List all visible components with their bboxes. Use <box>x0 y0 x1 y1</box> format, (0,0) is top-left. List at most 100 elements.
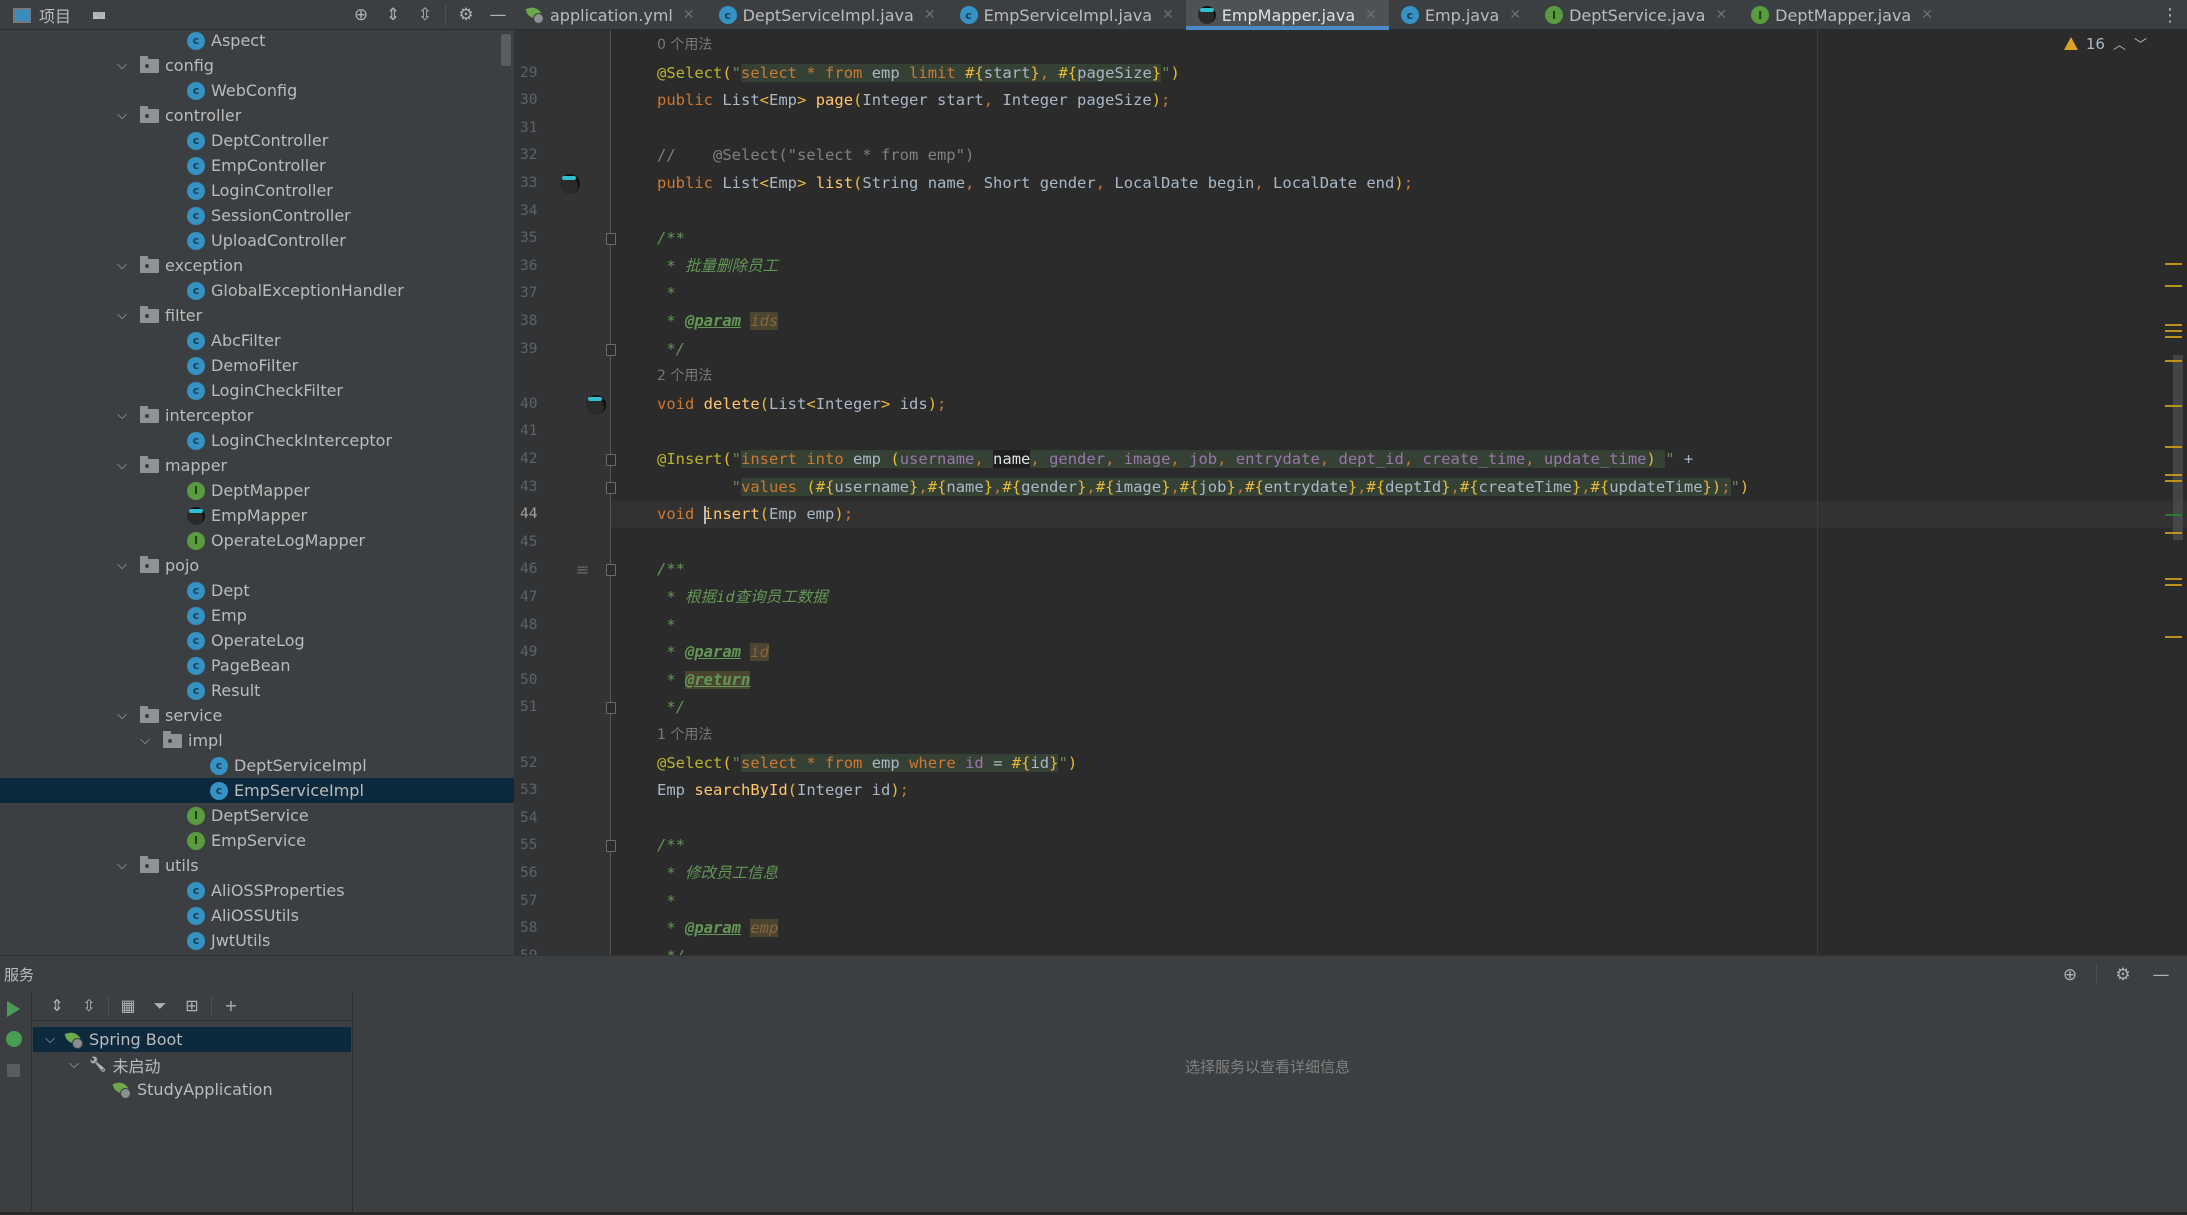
tree-item[interactable]: c EmpServiceImpl <box>0 778 514 803</box>
tree-item[interactable]: EmpMapper <box>0 503 514 528</box>
chevron-down-icon[interactable]: ⌵ <box>115 558 129 573</box>
chevron-down-icon[interactable]: ⌵ <box>67 1057 81 1072</box>
run-icon[interactable] <box>7 1001 20 1017</box>
tree-folder[interactable]: ⌵ interceptor <box>0 403 514 428</box>
tree-item[interactable]: c UploadController <box>0 228 514 253</box>
tree-item[interactable]: c AbcFilter <box>0 328 514 353</box>
gear-icon[interactable]: ⚙ <box>450 0 482 30</box>
tree-item[interactable]: c Aspect <box>0 30 514 53</box>
warning-stripe-mark[interactable] <box>2165 285 2182 287</box>
collapse-all-icon[interactable]: ⇳ <box>73 996 105 1015</box>
tree-item[interactable]: c DemoFilter <box>0 353 514 378</box>
tree-folder[interactable]: ⌵ impl <box>0 728 514 753</box>
tree-item[interactable]: c AliOSSProperties <box>0 878 514 903</box>
warning-stripe-mark[interactable] <box>2165 474 2182 476</box>
warning-stripe-mark[interactable] <box>2165 584 2182 586</box>
project-panel-title[interactable]: 项目 <box>39 3 71 27</box>
warning-stripe-mark[interactable] <box>2165 324 2182 326</box>
more-options-icon[interactable]: ⋮ <box>2161 0 2179 30</box>
tree-folder[interactable]: ⌵ controller <box>0 103 514 128</box>
service-item[interactable]: StudyApplication <box>33 1077 351 1102</box>
tree-item[interactable]: c Dept <box>0 578 514 603</box>
fold-marker-icon[interactable] <box>606 702 616 715</box>
chevron-down-icon[interactable] <box>93 11 106 19</box>
close-icon[interactable]: ✕ <box>1509 7 1521 23</box>
tree-folder[interactable]: ⌵ service <box>0 703 514 728</box>
warning-stripe-mark[interactable] <box>2165 330 2182 332</box>
tree-item[interactable]: c SessionController <box>0 203 514 228</box>
tree-item[interactable]: c AliOSSUtils <box>0 903 514 928</box>
close-icon[interactable]: ✕ <box>683 7 695 23</box>
close-icon[interactable]: ✕ <box>1162 7 1174 23</box>
chevron-down-icon[interactable]: ⌵ <box>115 58 129 73</box>
change-stripe-mark[interactable] <box>2165 514 2182 516</box>
close-icon[interactable]: ✕ <box>1921 7 1933 23</box>
tree-item[interactable]: I OperateLogMapper <box>0 528 514 553</box>
tree-item[interactable]: c LoginCheckFilter <box>0 378 514 403</box>
tree-folder[interactable]: ⌵ pojo <box>0 553 514 578</box>
minimize-icon[interactable]: — <box>2145 960 2177 990</box>
tab-empserviceimpl-java[interactable]: c EmpServiceImpl.java ✕ <box>948 0 1186 30</box>
tree-item[interactable]: c LoginCheckInterceptor <box>0 428 514 453</box>
warning-stripe-mark[interactable] <box>2165 636 2182 638</box>
warning-stripe-mark[interactable] <box>2165 446 2182 448</box>
tab-deptservice-java[interactable]: I DeptService.java ✕ <box>1533 0 1739 30</box>
group-by-icon[interactable]: ▦ <box>112 996 144 1015</box>
chevron-down-icon[interactable]: ⌵ <box>115 458 129 473</box>
fold-marker-icon[interactable] <box>606 343 616 356</box>
chevron-down-icon[interactable]: ⌵ <box>115 308 129 323</box>
chevron-down-icon[interactable]: ⌵ <box>115 858 129 873</box>
warning-stripe-mark[interactable] <box>2165 532 2182 534</box>
chevron-down-icon[interactable]: ⌵ <box>115 408 129 423</box>
expand-all-icon[interactable]: ⇕ <box>41 996 73 1015</box>
warning-stripe-mark[interactable] <box>2165 480 2182 482</box>
tree-folder[interactable]: ⌵ config <box>0 53 514 78</box>
usage-hint[interactable]: 0 个用法 <box>657 32 712 59</box>
tree-item[interactable]: c DeptController <box>0 128 514 153</box>
inspection-widget[interactable]: 16 ︿ ﹀ <box>2063 34 2147 53</box>
chevron-down-icon[interactable]: ⌵ <box>138 733 152 748</box>
tab-emp-java[interactable]: c Emp.java ✕ <box>1389 0 1533 30</box>
tab-deptmapper-java[interactable]: I DeptMapper.java ✕ <box>1739 0 1945 30</box>
warning-stripe-mark[interactable] <box>2165 263 2182 265</box>
tree-item[interactable]: c PageBean <box>0 653 514 678</box>
expand-all-icon[interactable]: ⇕ <box>377 0 409 30</box>
chevron-down-icon[interactable]: ⌵ <box>115 108 129 123</box>
locate-icon[interactable]: ⊕ <box>2054 960 2086 990</box>
tree-item[interactable]: c LoginController <box>0 178 514 203</box>
tab-application-yml[interactable]: application.yml ✕ <box>514 0 707 30</box>
usage-hint[interactable]: 1 个用法 <box>657 722 712 749</box>
tree-folder[interactable]: ⌵ exception <box>0 253 514 278</box>
mybatis-navigate-icon[interactable] <box>586 394 606 415</box>
collapse-all-icon[interactable]: ⇳ <box>409 0 441 30</box>
tree-item[interactable]: c GlobalExceptionHandler <box>0 278 514 303</box>
tree-item[interactable]: c OperateLog <box>0 628 514 653</box>
tree-item[interactable]: I DeptMapper <box>0 478 514 503</box>
minimize-icon[interactable]: — <box>482 0 514 30</box>
tree-item[interactable]: c EmpController <box>0 153 514 178</box>
usage-hint[interactable]: 2 个用法 <box>657 363 712 390</box>
rendered-doc-icon[interactable]: ≡ <box>576 560 596 580</box>
tree-folder[interactable]: ⌵ utils <box>0 853 514 878</box>
tree-item[interactable]: I EmpService <box>0 828 514 853</box>
tree-item[interactable]: I DeptService <box>0 803 514 828</box>
tab-deptserviceimpl-java[interactable]: c DeptServiceImpl.java ✕ <box>707 0 948 30</box>
fold-marker-icon[interactable] <box>606 564 616 577</box>
add-service-icon[interactable]: + <box>215 996 247 1015</box>
tree-item[interactable]: c WebConfig <box>0 78 514 103</box>
fold-marker-icon[interactable] <box>606 840 616 853</box>
close-icon[interactable]: ✕ <box>1365 7 1377 23</box>
gear-icon[interactable]: ⚙ <box>2107 960 2139 990</box>
service-item[interactable]: ⌵ 🔧 未启动 <box>33 1052 351 1077</box>
new-tab-icon[interactable]: ⊞ <box>176 996 208 1015</box>
previous-highlight-icon[interactable]: ︿ <box>2113 34 2126 53</box>
debug-icon[interactable] <box>6 1031 22 1047</box>
locate-icon[interactable]: ⊕ <box>345 0 377 30</box>
fold-marker-icon[interactable] <box>606 454 616 466</box>
chevron-down-icon[interactable]: ⌵ <box>115 258 129 273</box>
close-icon[interactable]: ✕ <box>924 7 936 23</box>
tree-item[interactable]: c DeptServiceImpl <box>0 753 514 778</box>
close-icon[interactable]: ✕ <box>1715 7 1727 23</box>
mybatis-navigate-icon[interactable] <box>560 174 580 194</box>
chevron-down-icon[interactable]: ⌵ <box>115 708 129 723</box>
